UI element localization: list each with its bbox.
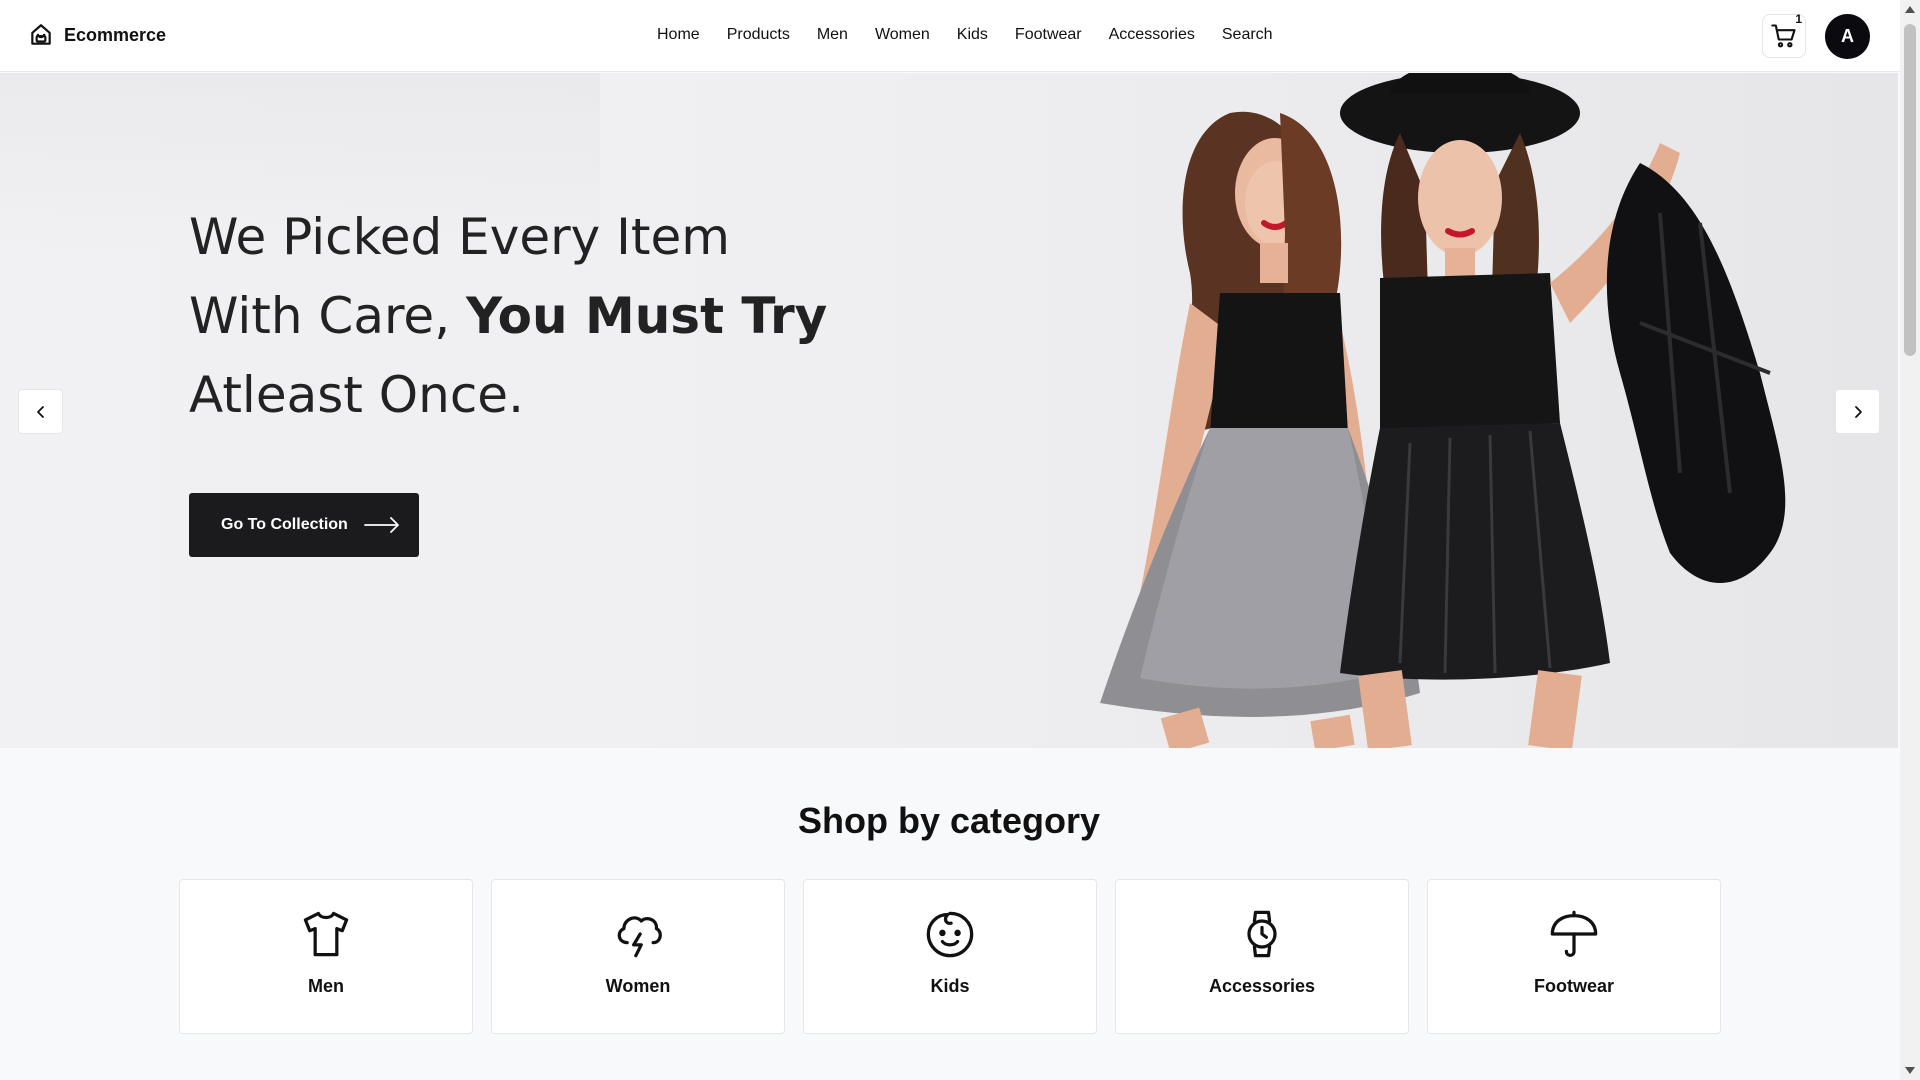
go-to-collection-button[interactable]: Go To Collection <box>189 493 419 557</box>
watch-icon <box>1247 910 1277 958</box>
carousel-prev-button[interactable] <box>18 389 63 434</box>
scrollbar-thumb[interactable] <box>1904 24 1916 356</box>
category-label: Women <box>605 976 671 996</box>
nav-home[interactable]: Home <box>657 26 700 44</box>
site-header: Ecommerce Home Products Men Women Kids F… <box>0 0 1900 72</box>
category-label: Men <box>308 976 344 996</box>
cart-count-badge: 1 <box>1795 12 1802 26</box>
category-card-footwear[interactable]: Footwear <box>1427 879 1721 1034</box>
storm-cloud-icon <box>617 916 662 958</box>
umbrella-icon <box>1550 910 1598 957</box>
user-avatar[interactable]: A <box>1825 14 1870 59</box>
cart-button[interactable]: 1 <box>1762 12 1806 58</box>
hero-banner: We Picked Every Item With Care, You Must… <box>0 73 1898 748</box>
nav-footwear[interactable]: Footwear <box>1015 26 1082 44</box>
section-title: Shop by category <box>797 800 1101 841</box>
chevron-left-icon <box>36 405 44 418</box>
chevron-right-icon <box>1854 405 1862 418</box>
category-card-women[interactable]: Women <box>491 879 785 1034</box>
cart-icon <box>1771 24 1796 48</box>
main-nav: Home Products Men Women Kids Footwear Ac… <box>657 26 1273 44</box>
category-label: Kids <box>930 976 970 996</box>
page-scrollbar[interactable] <box>1900 0 1920 1080</box>
category-label: Accessories <box>1208 976 1316 996</box>
category-label: Footwear <box>1533 976 1614 996</box>
hero-title-line3: Atleast Once. <box>189 366 524 424</box>
category-card-accessories[interactable]: Accessories <box>1115 879 1409 1034</box>
scroll-up-arrow-icon[interactable] <box>1905 6 1915 13</box>
category-card-men[interactable]: Men <box>179 879 473 1034</box>
baby-face-icon <box>926 911 974 958</box>
nav-products[interactable]: Products <box>727 26 790 44</box>
store-icon <box>31 24 51 45</box>
hero-models-image <box>1100 73 1786 748</box>
nav-accessories[interactable]: Accessories <box>1109 26 1195 44</box>
nav-women[interactable]: Women <box>875 26 930 44</box>
tshirt-icon <box>303 911 349 957</box>
nav-search[interactable]: Search <box>1222 26 1273 44</box>
carousel-next-button[interactable] <box>1835 389 1880 434</box>
category-card-kids[interactable]: Kids <box>803 879 1097 1034</box>
cta-label: Go To Collection <box>221 516 348 533</box>
brand-name: Ecommerce <box>64 24 167 45</box>
brand-logo[interactable]: Ecommerce <box>28 22 166 48</box>
hero-title: We Picked Every Item With Care, You Must… <box>189 198 827 435</box>
hero-title-line1: We Picked Every Item <box>189 208 730 266</box>
nav-men[interactable]: Men <box>817 26 848 44</box>
scroll-down-arrow-icon[interactable] <box>1905 1067 1915 1074</box>
arrow-right-long-icon <box>363 517 399 533</box>
category-list: Men Women Kids Accessories Footwear <box>179 879 1721 1034</box>
nav-kids[interactable]: Kids <box>957 26 988 44</box>
hero-title-line2-bold: You Must Try <box>465 287 828 345</box>
hero-title-line2: With Care, <box>189 287 466 345</box>
